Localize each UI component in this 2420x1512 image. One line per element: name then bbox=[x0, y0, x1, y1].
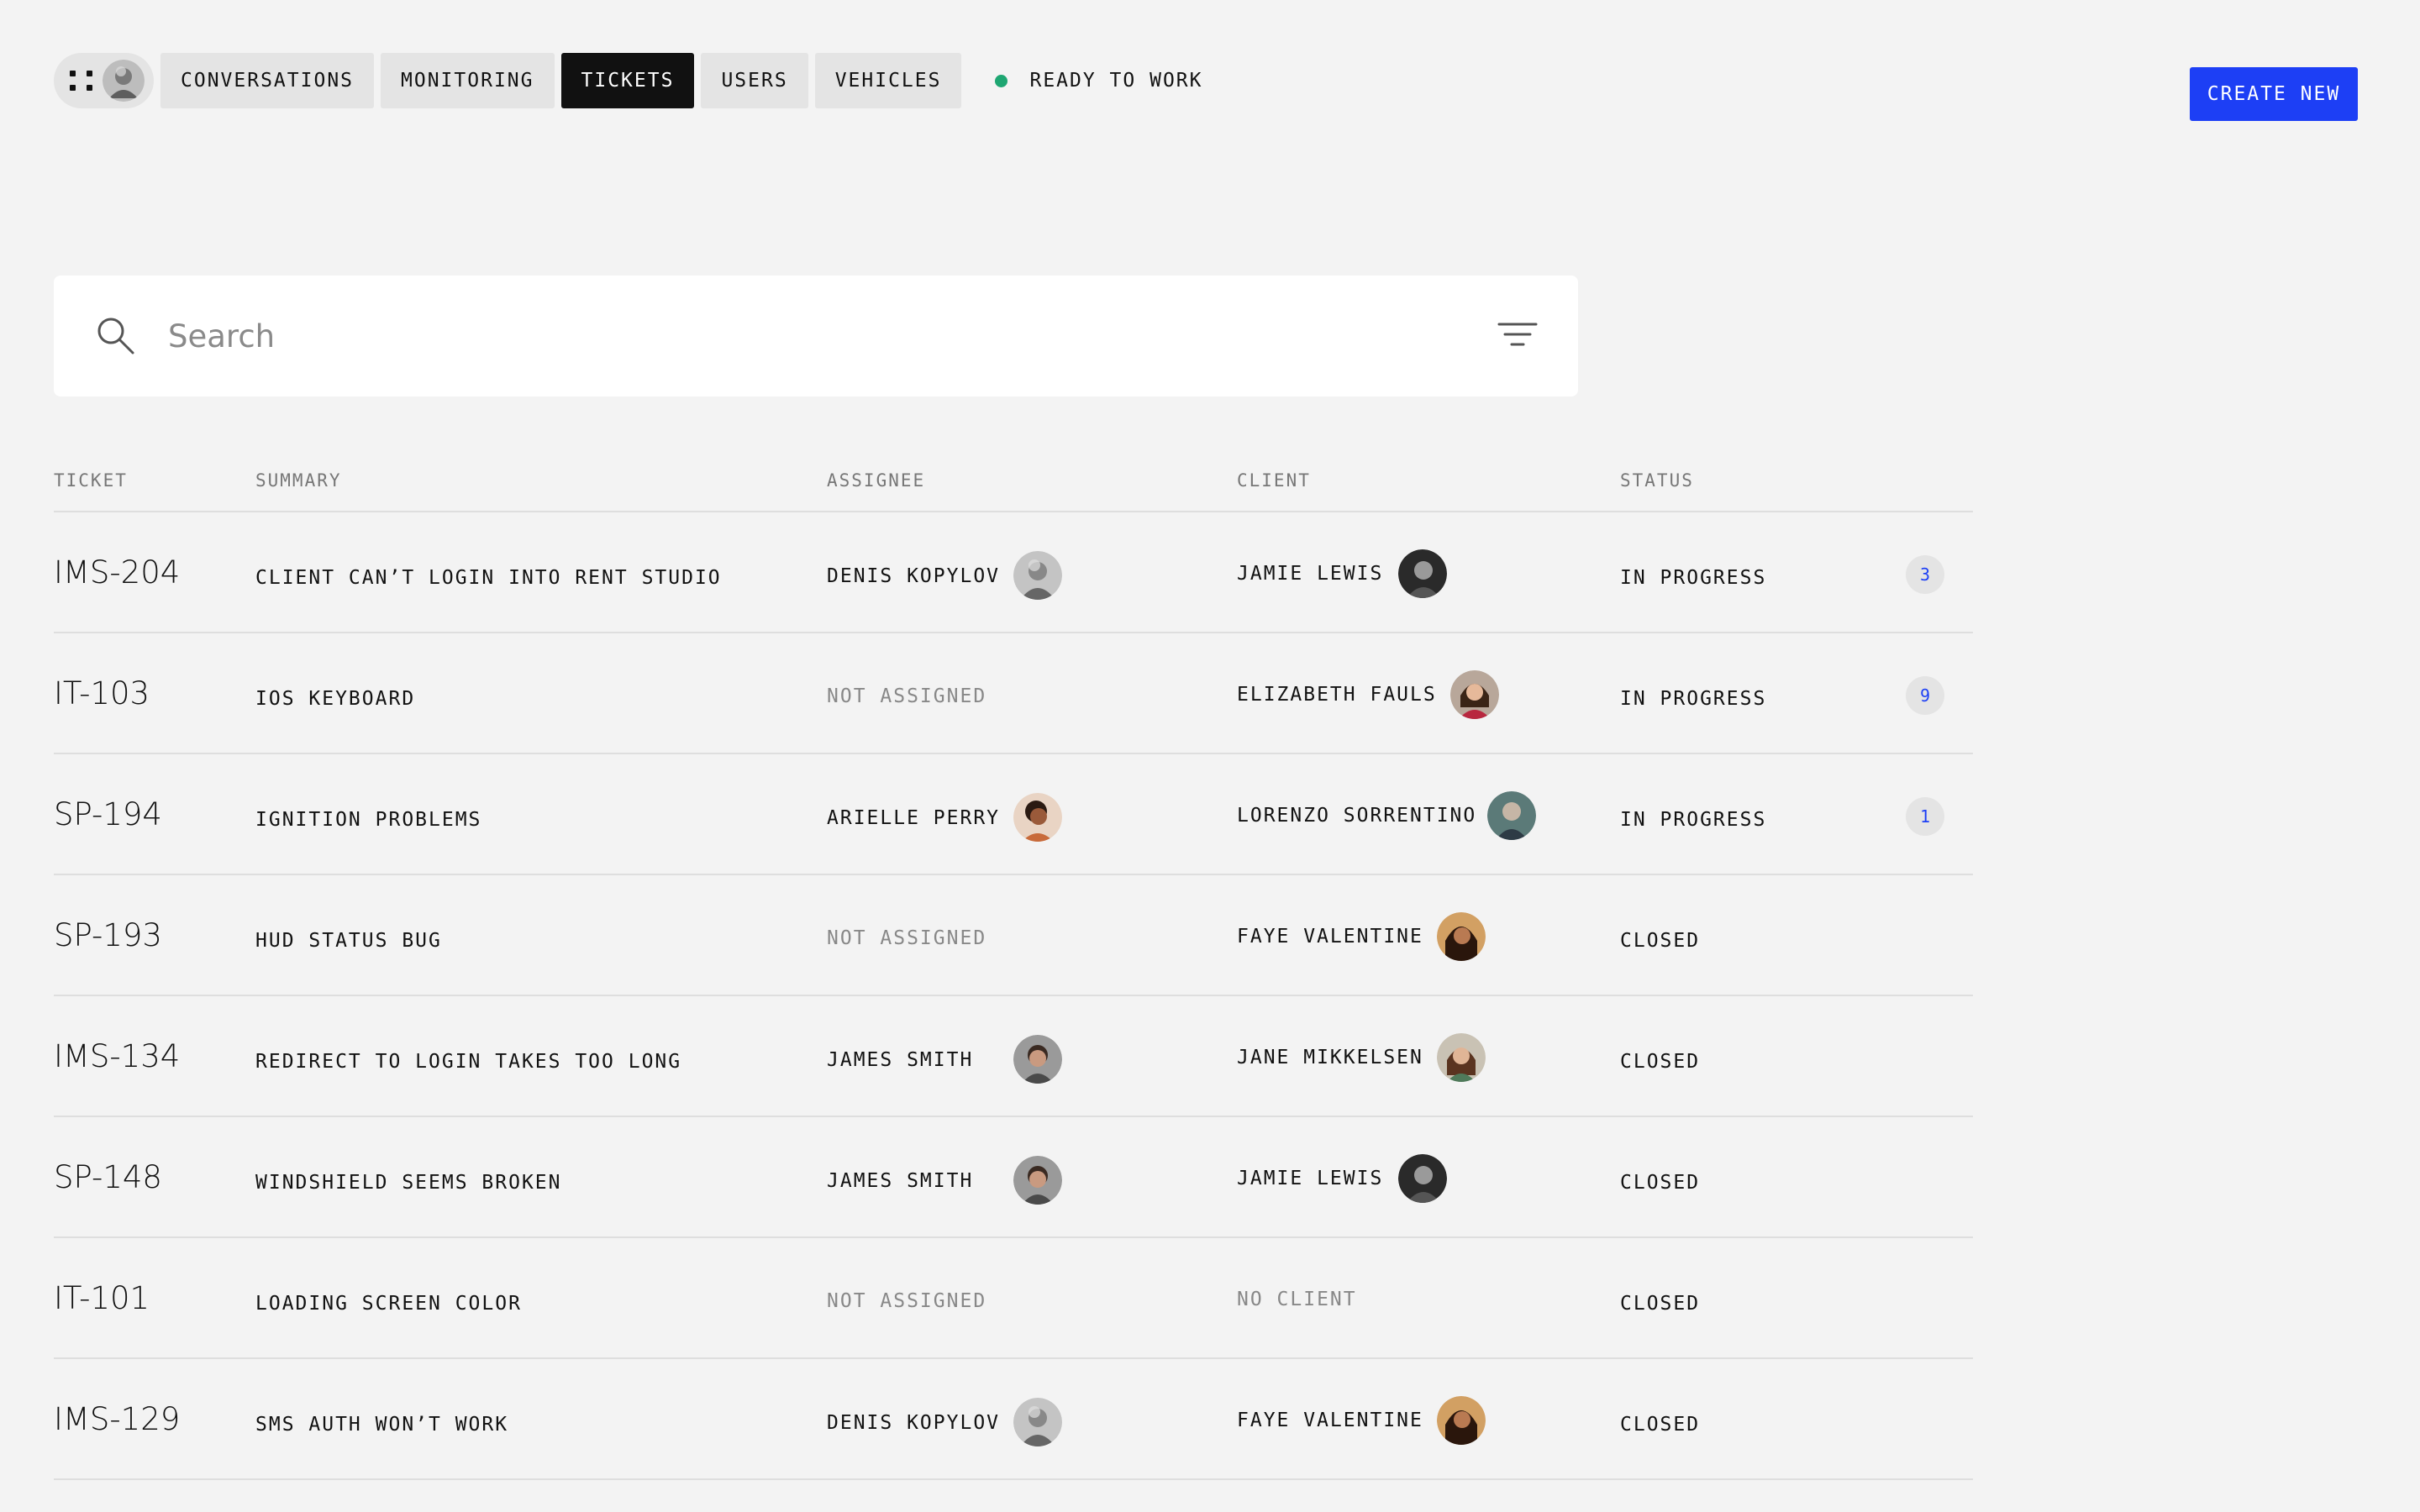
table-header: TICKET SUMMARY ASSIGNEE CLIENT STATUS bbox=[54, 445, 1973, 512]
ticket-status: IN PROGRESS bbox=[1620, 567, 1767, 589]
message-count-badge: 1 bbox=[1906, 797, 1944, 836]
tab-tickets[interactable]: TICKETS bbox=[560, 53, 695, 108]
ticket-id: IMS-129 bbox=[54, 1401, 181, 1437]
ticket-id: SP-194 bbox=[54, 796, 162, 832]
create-new-button[interactable]: CREATE NEW bbox=[2190, 67, 2358, 121]
ticket-id: SP-193 bbox=[54, 917, 162, 953]
assignee-name: JAMES SMITH bbox=[827, 1170, 974, 1192]
tab-users[interactable]: USERS bbox=[701, 53, 808, 108]
ticket-status: CLOSED bbox=[1620, 1172, 1701, 1194]
ticket-summary: HUD STATUS BUG bbox=[255, 930, 442, 952]
ticket-status: CLOSED bbox=[1620, 1051, 1701, 1073]
top-navigation: CONVERSATIONS MONITORING TICKETS USERS V… bbox=[54, 53, 1202, 108]
client-avatar bbox=[1437, 1033, 1486, 1082]
ticket-status: CLOSED bbox=[1620, 1414, 1701, 1436]
table-row[interactable]: SP-193 HUD STATUS BUG NOT ASSIGNED FAYE … bbox=[54, 875, 1973, 996]
client-avatar bbox=[1437, 912, 1486, 961]
client-name: JAMIE LEWIS bbox=[1237, 1168, 1384, 1189]
assignee-name: JAMES SMITH bbox=[827, 1049, 974, 1071]
assignee-avatar bbox=[1013, 1398, 1062, 1446]
assignee-name: NOT ASSIGNED bbox=[827, 1290, 987, 1312]
assignee-avatar bbox=[1013, 1156, 1062, 1205]
table-row[interactable]: IT-103 IOS KEYBOARD NOT ASSIGNED ELIZABE… bbox=[54, 633, 1973, 754]
client-avatar bbox=[1450, 670, 1499, 719]
assignee-avatar bbox=[1013, 793, 1062, 842]
status-dot-icon bbox=[995, 74, 1008, 87]
ticket-status: CLOSED bbox=[1620, 1293, 1701, 1315]
message-count-badge: 9 bbox=[1906, 676, 1944, 715]
search-icon bbox=[97, 318, 134, 354]
client-name: NO CLIENT bbox=[1237, 1289, 1357, 1310]
client-avatar bbox=[1398, 1154, 1447, 1203]
assignee-name: DENIS KOPYLOV bbox=[827, 1412, 1001, 1434]
filter-icon[interactable] bbox=[1497, 319, 1538, 353]
ticket-id: IT-101 bbox=[54, 1280, 150, 1316]
client-avatar bbox=[1398, 549, 1447, 598]
ticket-summary: WINDSHIELD SEEMS BROKEN bbox=[255, 1172, 562, 1194]
client-name: FAYE VALENTINE bbox=[1237, 1410, 1423, 1431]
table-row[interactable]: SP-148 WINDSHIELD SEEMS BROKEN JAMES SMI… bbox=[54, 1117, 1973, 1238]
search-input[interactable] bbox=[168, 309, 1428, 363]
assignee-name: NOT ASSIGNED bbox=[827, 685, 987, 707]
assignee-name: ARIELLE PERRY bbox=[827, 807, 1001, 829]
tab-vehicles[interactable]: VEHICLES bbox=[814, 53, 962, 108]
status-text: READY TO WORK bbox=[1029, 70, 1203, 92]
header-assignee[interactable]: ASSIGNEE bbox=[827, 470, 925, 491]
client-name: ELIZABETH FAULS bbox=[1237, 684, 1437, 706]
header-client[interactable]: CLIENT bbox=[1237, 470, 1311, 491]
tab-monitoring[interactable]: MONITORING bbox=[381, 53, 555, 108]
ticket-summary: IGNITION PROBLEMS bbox=[255, 809, 482, 831]
ticket-status: CLOSED bbox=[1620, 930, 1701, 952]
tickets-table: TICKET SUMMARY ASSIGNEE CLIENT STATUS IM… bbox=[54, 445, 1973, 1480]
client-name: FAYE VALENTINE bbox=[1237, 926, 1423, 948]
ticket-id: IMS-134 bbox=[54, 1038, 181, 1074]
ticket-summary: CLIENT CAN’T LOGIN INTO RENT STUDIO bbox=[255, 567, 722, 589]
assignee-avatar bbox=[1013, 1035, 1062, 1084]
ticket-id: IMS-204 bbox=[54, 554, 181, 591]
table-row[interactable]: IMS-204 CLIENT CAN’T LOGIN INTO RENT STU… bbox=[54, 512, 1973, 633]
header-status[interactable]: STATUS bbox=[1620, 470, 1694, 491]
ticket-summary: REDIRECT TO LOGIN TAKES TOO LONG bbox=[255, 1051, 682, 1073]
user-avatar[interactable] bbox=[103, 60, 145, 102]
search-bar bbox=[54, 276, 1578, 396]
ticket-id: IT-103 bbox=[54, 675, 150, 711]
ticket-summary: LOADING SCREEN COLOR bbox=[255, 1293, 522, 1315]
availability-status[interactable]: READY TO WORK bbox=[995, 70, 1202, 92]
ticket-summary: IOS KEYBOARD bbox=[255, 688, 416, 710]
ticket-id: SP-148 bbox=[54, 1159, 162, 1195]
table-row[interactable]: IMS-129 SMS AUTH WON’T WORK DENIS KOPYLO… bbox=[54, 1359, 1973, 1480]
client-name: JANE MIKKELSEN bbox=[1237, 1047, 1423, 1068]
message-count-badge: 3 bbox=[1906, 555, 1944, 594]
ticket-status: IN PROGRESS bbox=[1620, 688, 1767, 710]
table-row[interactable]: SP-194 IGNITION PROBLEMS ARIELLE PERRY L… bbox=[54, 754, 1973, 875]
client-name: LORENZO SORRENTINO bbox=[1237, 805, 1477, 827]
ticket-summary: SMS AUTH WON’T WORK bbox=[255, 1414, 509, 1436]
assignee-name: DENIS KOPYLOV bbox=[827, 565, 1001, 587]
header-summary[interactable]: SUMMARY bbox=[255, 470, 342, 491]
header-ticket[interactable]: TICKET bbox=[54, 470, 128, 491]
tab-conversations[interactable]: CONVERSATIONS bbox=[160, 53, 375, 108]
table-row[interactable]: IT-101 LOADING SCREEN COLOR NOT ASSIGNED… bbox=[54, 1238, 1973, 1359]
table-row[interactable]: IMS-134 REDIRECT TO LOGIN TAKES TOO LONG… bbox=[54, 996, 1973, 1117]
client-avatar bbox=[1487, 791, 1536, 840]
client-name: JAMIE LEWIS bbox=[1237, 563, 1384, 585]
ticket-status: IN PROGRESS bbox=[1620, 809, 1767, 831]
assignee-name: NOT ASSIGNED bbox=[827, 927, 987, 949]
grid-menu-icon bbox=[69, 68, 94, 93]
client-avatar bbox=[1437, 1396, 1486, 1445]
app-menu-button[interactable] bbox=[54, 53, 154, 108]
assignee-avatar bbox=[1013, 551, 1062, 600]
